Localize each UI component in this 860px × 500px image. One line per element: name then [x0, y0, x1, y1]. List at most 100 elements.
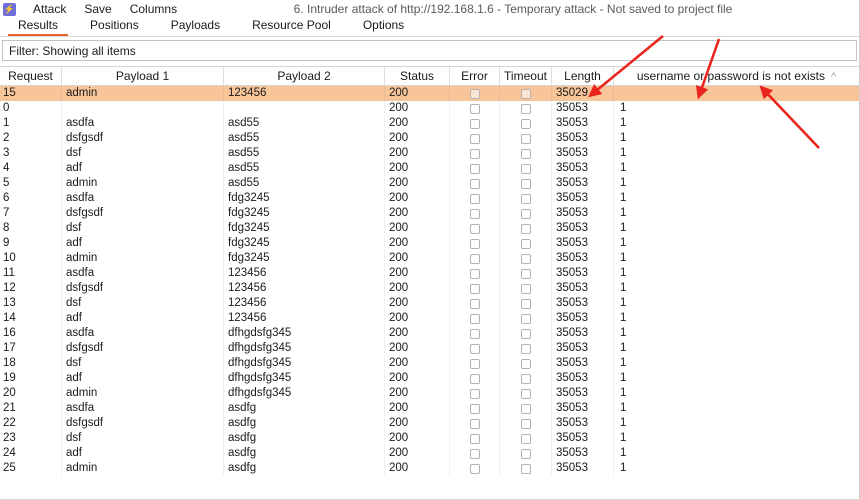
error-checkbox[interactable] [470, 359, 480, 369]
timeout-checkbox[interactable] [521, 269, 531, 279]
table-row-request-3[interactable]: 3dsfasd55200350531 [0, 146, 859, 161]
table-row-request-18[interactable]: 18dsfdfhgdsfg345200350531 [0, 356, 859, 371]
menu-save[interactable]: Save [75, 2, 120, 16]
error-checkbox[interactable] [470, 194, 480, 204]
table-row-request-4[interactable]: 4adfasd55200350531 [0, 161, 859, 176]
table-row-request-17[interactable]: 17dsfgsdfdfhgdsfg345200350531 [0, 341, 859, 356]
timeout-checkbox[interactable] [521, 119, 531, 129]
timeout-checkbox[interactable] [521, 434, 531, 444]
table-row-request-5[interactable]: 5adminasd55200350531 [0, 176, 859, 191]
table-row-request-8[interactable]: 8dsffdg3245200350531 [0, 221, 859, 236]
menu-attack[interactable]: Attack [24, 2, 75, 16]
timeout-checkbox[interactable] [521, 374, 531, 384]
timeout-checkbox[interactable] [521, 314, 531, 324]
timeout-checkbox[interactable] [521, 134, 531, 144]
table-row-request-14[interactable]: 14adf123456200350531 [0, 311, 859, 326]
filter-bar[interactable]: Filter: Showing all items [2, 40, 857, 61]
error-checkbox[interactable] [470, 224, 480, 234]
timeout-checkbox[interactable] [521, 104, 531, 114]
tab-options[interactable]: Options [353, 18, 414, 36]
timeout-checkbox[interactable] [521, 89, 531, 99]
error-checkbox[interactable] [470, 104, 480, 114]
error-checkbox[interactable] [470, 209, 480, 219]
error-checkbox[interactable] [470, 329, 480, 339]
tab-resource-pool[interactable]: Resource Pool [242, 18, 341, 36]
menu-columns[interactable]: Columns [121, 2, 186, 16]
error-checkbox[interactable] [470, 299, 480, 309]
error-checkbox[interactable] [470, 89, 480, 99]
timeout-checkbox[interactable] [521, 299, 531, 309]
table-row-request-19[interactable]: 19adfdfhgdsfg345200350531 [0, 371, 859, 386]
error-checkbox[interactable] [470, 314, 480, 324]
timeout-checkbox[interactable] [521, 179, 531, 189]
table-row-request-11[interactable]: 11asdfa123456200350531 [0, 266, 859, 281]
table-row-request-24[interactable]: 24adfasdfg200350531 [0, 446, 859, 461]
table-row-request-20[interactable]: 20admindfhgdsfg345200350531 [0, 386, 859, 401]
timeout-checkbox[interactable] [521, 344, 531, 354]
tab-payloads[interactable]: Payloads [161, 18, 230, 36]
timeout-checkbox[interactable] [521, 209, 531, 219]
error-checkbox[interactable] [470, 284, 480, 294]
column-header-status[interactable]: Status [385, 67, 450, 85]
payload2-cell: asd55 [224, 176, 385, 191]
table-row-request-22[interactable]: 22dsfgsdfasdfg200350531 [0, 416, 859, 431]
timeout-checkbox[interactable] [521, 284, 531, 294]
table-row-request-23[interactable]: 23dsfasdfg200350531 [0, 431, 859, 446]
error-checkbox[interactable] [470, 134, 480, 144]
timeout-checkbox[interactable] [521, 239, 531, 249]
column-header-error[interactable]: Error [450, 67, 500, 85]
error-checkbox[interactable] [470, 239, 480, 249]
column-header-request[interactable]: Request [0, 67, 62, 85]
error-checkbox[interactable] [470, 179, 480, 189]
timeout-checkbox[interactable] [521, 224, 531, 234]
error-checkbox[interactable] [470, 269, 480, 279]
timeout-checkbox[interactable] [521, 149, 531, 159]
column-header-payload-1[interactable]: Payload 1 [62, 67, 224, 85]
timeout-checkbox[interactable] [521, 194, 531, 204]
column-header-payload-2[interactable]: Payload 2 [224, 67, 385, 85]
error-checkbox[interactable] [470, 404, 480, 414]
column-header-timeout[interactable]: Timeout [500, 67, 552, 85]
error-checkbox[interactable] [470, 119, 480, 129]
tab-positions[interactable]: Positions [80, 18, 149, 36]
table-row-request-12[interactable]: 12dsfgsdf123456200350531 [0, 281, 859, 296]
table-row-request-16[interactable]: 16asdfadfhgdsfg345200350531 [0, 326, 859, 341]
table-row-request-21[interactable]: 21asdfaasdfg200350531 [0, 401, 859, 416]
timeout-checkbox[interactable] [521, 464, 531, 474]
table-row-request-2[interactable]: 2dsfgsdfasd55200350531 [0, 131, 859, 146]
timeout-checkbox[interactable] [521, 389, 531, 399]
grep-match-cell: 1 [614, 101, 859, 116]
error-checkbox[interactable] [470, 149, 480, 159]
timeout-checkbox[interactable] [521, 164, 531, 174]
table-row-request-13[interactable]: 13dsf123456200350531 [0, 296, 859, 311]
error-checkbox[interactable] [470, 419, 480, 429]
request-cell: 1 [0, 116, 62, 131]
tab-results[interactable]: Results [8, 18, 68, 36]
table-row-request-15[interactable]: 15admin12345620035029 [0, 86, 859, 101]
error-checkbox[interactable] [470, 374, 480, 384]
table-row-request-10[interactable]: 10adminfdg3245200350531 [0, 251, 859, 266]
timeout-checkbox[interactable] [521, 329, 531, 339]
column-header-length[interactable]: Length [552, 67, 614, 85]
error-checkbox[interactable] [470, 434, 480, 444]
error-checkbox[interactable] [470, 254, 480, 264]
timeout-checkbox[interactable] [521, 359, 531, 369]
timeout-checkbox[interactable] [521, 419, 531, 429]
timeout-checkbox[interactable] [521, 404, 531, 414]
table-row-request-6[interactable]: 6asdfafdg3245200350531 [0, 191, 859, 206]
payload1-cell: asdfa [62, 116, 224, 131]
table-row-request-9[interactable]: 9adffdg3245200350531 [0, 236, 859, 251]
payload2-cell: 123456 [224, 266, 385, 281]
error-checkbox[interactable] [470, 344, 480, 354]
table-row-request-25[interactable]: 25adminasdfg200350531 [0, 461, 859, 476]
column-header-username-or-password-is-not-exists[interactable]: username or password is not exists^ [614, 67, 859, 85]
table-row-request-1[interactable]: 1asdfaasd55200350531 [0, 116, 859, 131]
table-row-request-0[interactable]: 0200350531 [0, 101, 859, 116]
error-checkbox[interactable] [470, 449, 480, 459]
table-row-request-7[interactable]: 7dsfgsdffdg3245200350531 [0, 206, 859, 221]
error-checkbox[interactable] [470, 389, 480, 399]
timeout-checkbox[interactable] [521, 449, 531, 459]
error-checkbox[interactable] [470, 464, 480, 474]
error-checkbox[interactable] [470, 164, 480, 174]
timeout-checkbox[interactable] [521, 254, 531, 264]
